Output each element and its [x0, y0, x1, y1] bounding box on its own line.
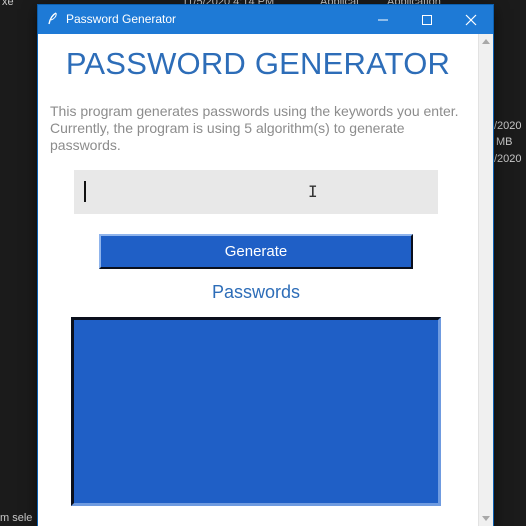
scroll-up-arrow-icon[interactable]: [482, 39, 490, 44]
close-button[interactable]: [449, 5, 493, 34]
maximize-icon: [422, 14, 432, 25]
bg-text-exe: xe: [2, 0, 14, 8]
bg-text-status: m sele: [0, 512, 33, 524]
title-bar[interactable]: Password Generator: [38, 5, 493, 34]
scroll-down-arrow-icon[interactable]: [482, 516, 490, 521]
feather-icon: [48, 12, 57, 25]
passwords-output-box[interactable]: [71, 317, 441, 506]
bg-text-date-2: /2020: [494, 120, 522, 132]
maximize-button[interactable]: [405, 5, 449, 34]
minimize-button[interactable]: [361, 5, 405, 34]
keyword-input[interactable]: [74, 170, 438, 214]
vertical-scrollbar[interactable]: [478, 34, 493, 526]
text-caret: [84, 181, 86, 202]
bg-text-size: MB: [496, 136, 513, 148]
ibeam-cursor-icon: I: [308, 182, 318, 201]
minimize-icon: [378, 19, 388, 20]
passwords-heading: Passwords: [211, 282, 301, 302]
program-description: This program generates passwords using t…: [50, 103, 459, 153]
page-title: PASSWORD GENERATOR: [65, 46, 451, 81]
main-content: PASSWORD GENERATOR This program generate…: [38, 34, 478, 526]
password-generator-window: Password Generator PASSWORD GENERATOR Th…: [38, 5, 493, 526]
window-title: Password Generator: [66, 12, 177, 26]
close-icon: [465, 14, 477, 25]
bg-text-date-3: /2020: [494, 153, 522, 165]
generate-button[interactable]: Generate: [99, 234, 413, 269]
